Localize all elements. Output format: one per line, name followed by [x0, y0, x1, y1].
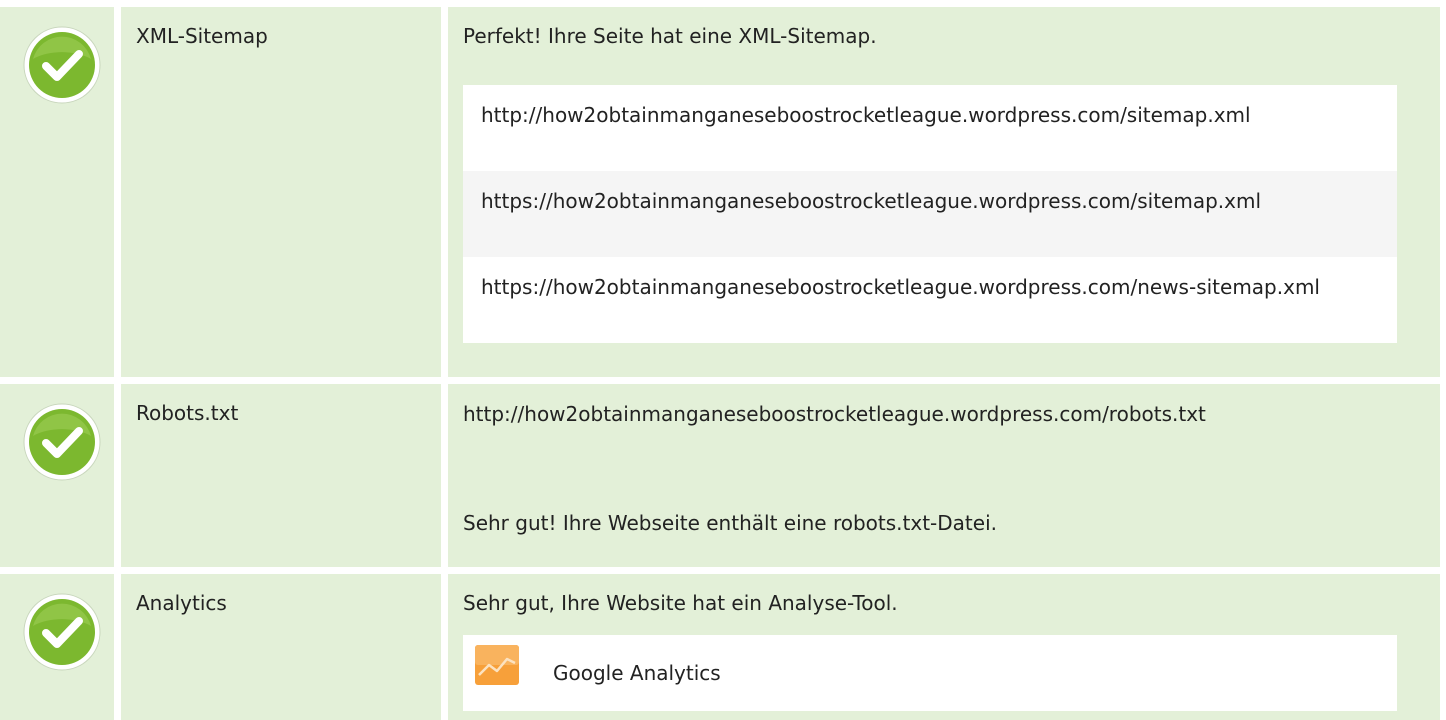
row-label: Analytics [136, 591, 227, 615]
status-cell [0, 574, 114, 720]
result-row-analytics: Analytics Sehr gut, Ihre Website hat ein… [0, 574, 1446, 720]
sitemap-url[interactable]: http://how2obtainmanganeseboostrocketlea… [463, 85, 1397, 171]
row-label: Robots.txt [136, 401, 239, 425]
label-cell: XML-Sitemap [121, 7, 441, 377]
sitemap-url[interactable]: https://how2obtainmanganeseboostrocketle… [463, 257, 1397, 343]
row-label: XML-Sitemap [136, 24, 268, 48]
analytics-tool-name: Google Analytics [553, 661, 721, 685]
analytics-tool-item: Google Analytics [463, 635, 1397, 711]
result-message: Sehr gut! Ihre Webseite enthält eine rob… [463, 511, 997, 535]
sitemap-url[interactable]: https://how2obtainmanganeseboostrocketle… [463, 171, 1397, 257]
google-analytics-icon [475, 645, 519, 685]
status-cell [0, 384, 114, 567]
status-cell [0, 7, 114, 377]
result-row-robots: Robots.txt http://how2obtainmanganeseboo… [0, 384, 1446, 567]
content-cell: Sehr gut, Ihre Website hat ein Analyse-T… [448, 574, 1440, 720]
check-circle-icon [23, 593, 101, 671]
label-cell: Analytics [121, 574, 441, 720]
robots-url[interactable]: http://how2obtainmanganeseboostrocketlea… [463, 398, 1413, 430]
result-row-xml-sitemap: XML-Sitemap Perfekt! Ihre Seite hat eine… [0, 7, 1446, 377]
result-message: Sehr gut, Ihre Website hat ein Analyse-T… [463, 591, 898, 615]
content-cell: http://how2obtainmanganeseboostrocketlea… [448, 384, 1440, 567]
label-cell: Robots.txt [121, 384, 441, 567]
result-message: Perfekt! Ihre Seite hat eine XML-Sitemap… [463, 24, 877, 48]
seo-results-table: XML-Sitemap Perfekt! Ihre Seite hat eine… [0, 0, 1446, 720]
check-circle-icon [23, 403, 101, 481]
check-circle-icon [23, 26, 101, 104]
content-cell: Perfekt! Ihre Seite hat eine XML-Sitemap… [448, 7, 1440, 377]
